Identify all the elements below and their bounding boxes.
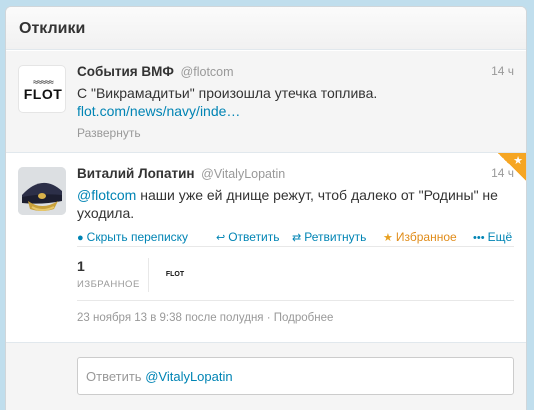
tweet-fullname[interactable]: Виталий Лопатин <box>77 166 195 181</box>
tweet-content: Виталий Лопатин @VitalyLopatin 14 ч @flo… <box>77 166 514 248</box>
reply-area: Ответить @VitalyLopatin <box>6 342 526 410</box>
tweet-timestamp[interactable]: 23 ноября 13 в 9:38 после полудня <box>77 312 264 324</box>
tweet-link[interactable]: flot.com/news/navy/inde… <box>77 103 240 119</box>
tweet-username[interactable]: @flotcom <box>181 65 234 79</box>
tweet-stats: 1 ИЗБРАННОЕ FLOT <box>77 246 514 301</box>
tweet-vitalylopatin: ★ Виталий Лопатин @VitalyLopatin 14 ч @f… <box>6 153 526 410</box>
tweet-header: Виталий Лопатин @VitalyLopatin 14 ч <box>77 166 514 186</box>
tweet-header: События ВМФ @flotcom 14 ч <box>77 64 514 84</box>
avatar[interactable] <box>18 167 66 215</box>
tweet-username[interactable]: @VitalyLopatin <box>201 167 285 181</box>
tweet-text: С "Викрамадитьи" произошла утечка топлив… <box>77 85 378 119</box>
star-icon: ★ <box>383 232 393 244</box>
more-button[interactable]: ••• Ещё <box>473 230 512 244</box>
tweet-flotcom[interactable]: ≈≈≈≈≈ FLOT События ВМФ @flotcom 14 ч С "… <box>6 51 526 153</box>
details-link[interactable]: Подробнее <box>274 312 334 324</box>
reply-button[interactable]: ↩ Ответить <box>216 230 280 244</box>
reply-arrow-icon: ↩ <box>216 232 226 244</box>
reply-prefix: Ответить <box>86 369 142 384</box>
favorites-label: ИЗБРАННОЕ <box>77 279 140 290</box>
flot-logo-text: FLOT <box>23 85 63 102</box>
reply-handle: @VitalyLopatin <box>145 369 233 384</box>
tweet-meta: 23 ноября 13 в 9:38 после полудня · Подр… <box>77 312 334 324</box>
expand-link[interactable]: Развернуть <box>77 126 514 140</box>
replies-panel: Отклики ≈≈≈≈≈ FLOT События ВМФ @flotcom … <box>5 6 527 410</box>
tweet-text: @flotcom наши уже ей днище режут, чтоб д… <box>77 187 498 221</box>
tweet-time[interactable]: 14 ч <box>491 64 514 78</box>
panel-header: Отклики <box>6 7 526 50</box>
flot-logo-icon: FLOT <box>165 270 185 278</box>
avatar[interactable]: ≈≈≈≈≈ FLOT <box>18 65 66 113</box>
star-icon: ★ <box>513 155 523 167</box>
favorites-count: 1 <box>77 258 85 274</box>
officer-cap-icon <box>18 167 66 215</box>
favorite-button[interactable]: ★ Избранное <box>383 230 457 244</box>
retweet-icon: ⇄ <box>292 232 302 244</box>
mention-link[interactable]: @flotcom <box>77 187 136 203</box>
tweet-content: События ВМФ @flotcom 14 ч С "Викрамадить… <box>77 64 514 140</box>
panel-title: Отклики <box>19 20 86 37</box>
favorites-stat[interactable]: 1 ИЗБРАННОЕ <box>77 258 149 292</box>
bubble-icon: ● <box>77 232 84 244</box>
favoriter-avatar[interactable]: FLOT <box>163 262 187 286</box>
hide-conversation-button[interactable]: ● Скрыть переписку <box>77 230 188 244</box>
ellipsis-icon: ••• <box>473 232 485 244</box>
flot-logo-icon: ≈≈≈≈≈ FLOT <box>23 76 63 102</box>
reply-input[interactable]: Ответить @VitalyLopatin <box>77 357 514 395</box>
tweet-time[interactable]: 14 ч <box>491 166 514 180</box>
retweet-button[interactable]: ⇄ Ретвитнуть <box>292 230 366 244</box>
tweet-fullname[interactable]: События ВМФ <box>77 64 174 79</box>
